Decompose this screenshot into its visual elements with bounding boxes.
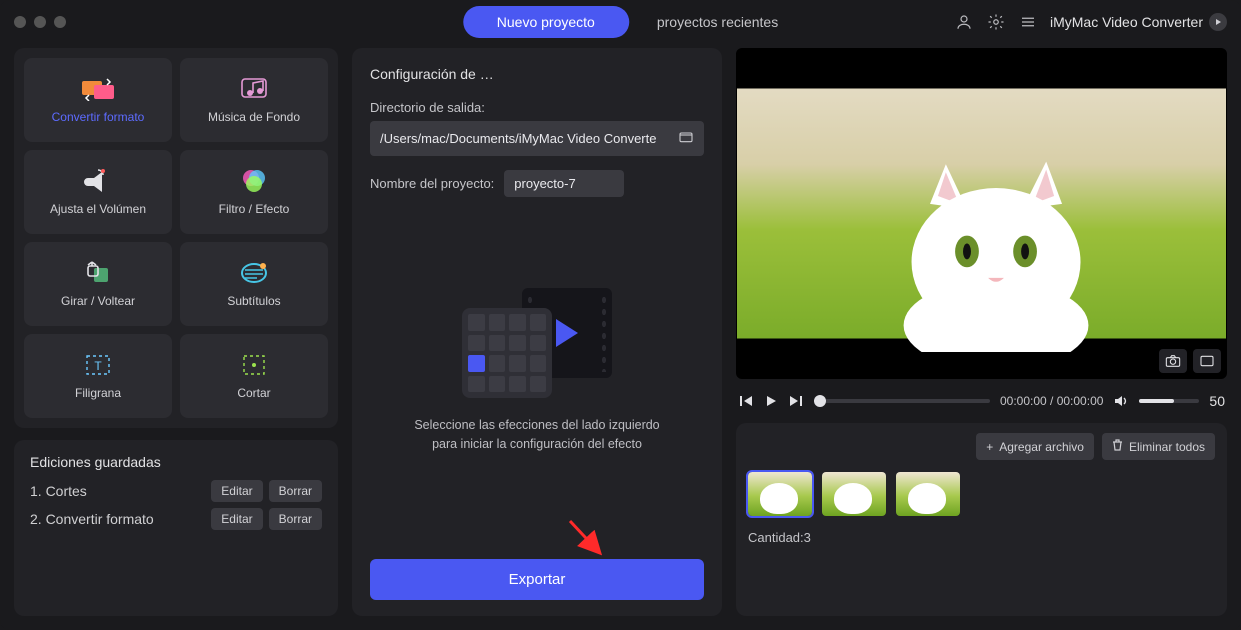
svg-text:T: T xyxy=(94,359,102,373)
prev-button[interactable] xyxy=(738,394,754,408)
tab-new-project[interactable]: Nuevo proyecto xyxy=(463,6,629,38)
thumbnail-image xyxy=(834,483,872,514)
tool-label: Convertir formato xyxy=(52,110,145,124)
tool-label: Cortar xyxy=(237,386,270,400)
crop-icon xyxy=(237,352,271,378)
tab-recent-projects[interactable]: proyectos recientes xyxy=(657,14,778,30)
file-count: Cantidad:3 xyxy=(748,530,1215,545)
file-thumbnail[interactable] xyxy=(896,472,960,516)
add-file-button[interactable]: + Agregar archivo xyxy=(976,433,1094,460)
tool-convert-format[interactable]: Convertir formato xyxy=(24,58,172,142)
preview-image xyxy=(864,148,1128,352)
next-button[interactable] xyxy=(788,394,804,408)
edit-saved-button[interactable]: Editar xyxy=(211,480,262,502)
seek-slider[interactable] xyxy=(814,399,990,403)
brand-play-icon xyxy=(1209,13,1227,31)
files-panel: + Agregar archivo Eliminar todos Cantida… xyxy=(736,423,1227,616)
app-title-text: iMyMac Video Converter xyxy=(1050,14,1203,30)
watermark-icon: T xyxy=(81,352,115,378)
export-button[interactable]: Exportar xyxy=(370,559,704,600)
saved-edit-row: 1. Cortes Editar Borrar xyxy=(30,480,322,502)
saved-edit-row: 2. Convertir formato Editar Borrar xyxy=(30,508,322,530)
fullscreen-button[interactable] xyxy=(1193,349,1221,373)
tool-adjust-volume[interactable]: Ajusta el Volúmen xyxy=(24,150,172,234)
snapshot-button[interactable] xyxy=(1159,349,1187,373)
tool-label: Filtro / Efecto xyxy=(219,202,290,216)
background-music-icon xyxy=(237,76,271,102)
file-thumbnail[interactable] xyxy=(748,472,812,516)
edit-saved-button[interactable]: Editar xyxy=(211,508,262,530)
browse-folder-icon[interactable] xyxy=(678,129,694,148)
filter-effect-icon xyxy=(237,168,271,194)
tool-rotate-flip[interactable]: Girar / Voltear xyxy=(24,242,172,326)
saved-edits-title: Ediciones guardadas xyxy=(30,454,322,470)
volume-icon[interactable] xyxy=(1113,394,1129,408)
output-dir-value: /Users/mac/Documents/iMyMac Video Conver… xyxy=(380,131,670,146)
play-button[interactable] xyxy=(764,394,778,408)
settings-icon[interactable] xyxy=(986,12,1006,32)
saved-edit-name: 2. Convertir formato xyxy=(30,511,154,527)
convert-format-icon xyxy=(81,76,115,102)
traffic-close-icon[interactable] xyxy=(14,16,26,28)
output-dir-field[interactable]: /Users/mac/Documents/iMyMac Video Conver… xyxy=(370,121,704,156)
app-title: iMyMac Video Converter xyxy=(1050,13,1227,31)
tool-label: Girar / Voltear xyxy=(61,294,135,308)
volume-slider[interactable] xyxy=(1139,399,1199,403)
file-thumbnail[interactable] xyxy=(822,472,886,516)
window-controls[interactable] xyxy=(14,16,66,28)
config-title: Configuración de … xyxy=(370,66,704,82)
tool-label: Filigrana xyxy=(75,386,121,400)
output-dir-label: Directorio de salida: xyxy=(370,100,704,115)
time-display: 00:00:00 / 00:00:00 xyxy=(1000,394,1103,408)
subtitles-icon xyxy=(237,260,271,286)
trash-icon xyxy=(1112,439,1123,454)
tools-panel: Convertir formato Música de Fondo Ajusta e… xyxy=(14,48,338,428)
placeholder-graphic xyxy=(462,288,612,398)
tool-label: Música de Fondo xyxy=(208,110,300,124)
project-name-label: Nombre del proyecto: xyxy=(370,176,494,191)
tool-label: Ajusta el Volúmen xyxy=(50,202,146,216)
plus-icon: + xyxy=(986,440,993,454)
tool-crop[interactable]: Cortar xyxy=(180,334,328,418)
delete-saved-button[interactable]: Borrar xyxy=(269,508,322,530)
thumbnail-image xyxy=(760,483,798,514)
saved-edit-name: 1. Cortes xyxy=(30,483,87,499)
tool-filter-effect[interactable]: Filtro / Efecto xyxy=(180,150,328,234)
player-controls: 00:00:00 / 00:00:00 50 xyxy=(736,389,1227,413)
traffic-zoom-icon[interactable] xyxy=(54,16,66,28)
title-bar: Nuevo proyecto proyectos recientes iMyMa… xyxy=(0,0,1241,44)
volume-value: 50 xyxy=(1209,393,1225,409)
thumbnail-image xyxy=(908,483,946,514)
tool-background-music[interactable]: Música de Fondo xyxy=(180,58,328,142)
rotate-flip-icon xyxy=(81,260,115,286)
app-window: Nuevo proyecto proyectos recientes iMyMa… xyxy=(0,0,1241,630)
video-preview[interactable] xyxy=(736,48,1227,379)
project-name-input[interactable]: proyecto-7 xyxy=(504,170,624,197)
tool-label: Subtítulos xyxy=(227,294,280,308)
tool-subtitles[interactable]: Subtítulos xyxy=(180,242,328,326)
adjust-volume-icon xyxy=(81,168,115,194)
delete-saved-button[interactable]: Borrar xyxy=(269,480,322,502)
saved-edits-panel: Ediciones guardadas 1. Cortes Editar Borra… xyxy=(14,440,338,616)
config-panel: Configuración de … Directorio de salida:… xyxy=(352,48,722,616)
placeholder-text: Seleccione las efecciones del lado izqui… xyxy=(414,416,659,454)
tool-watermark[interactable]: T Filigrana xyxy=(24,334,172,418)
account-icon[interactable] xyxy=(954,12,974,32)
clear-all-button[interactable]: Eliminar todos xyxy=(1102,433,1215,460)
traffic-minimize-icon[interactable] xyxy=(34,16,46,28)
menu-icon[interactable] xyxy=(1018,12,1038,32)
